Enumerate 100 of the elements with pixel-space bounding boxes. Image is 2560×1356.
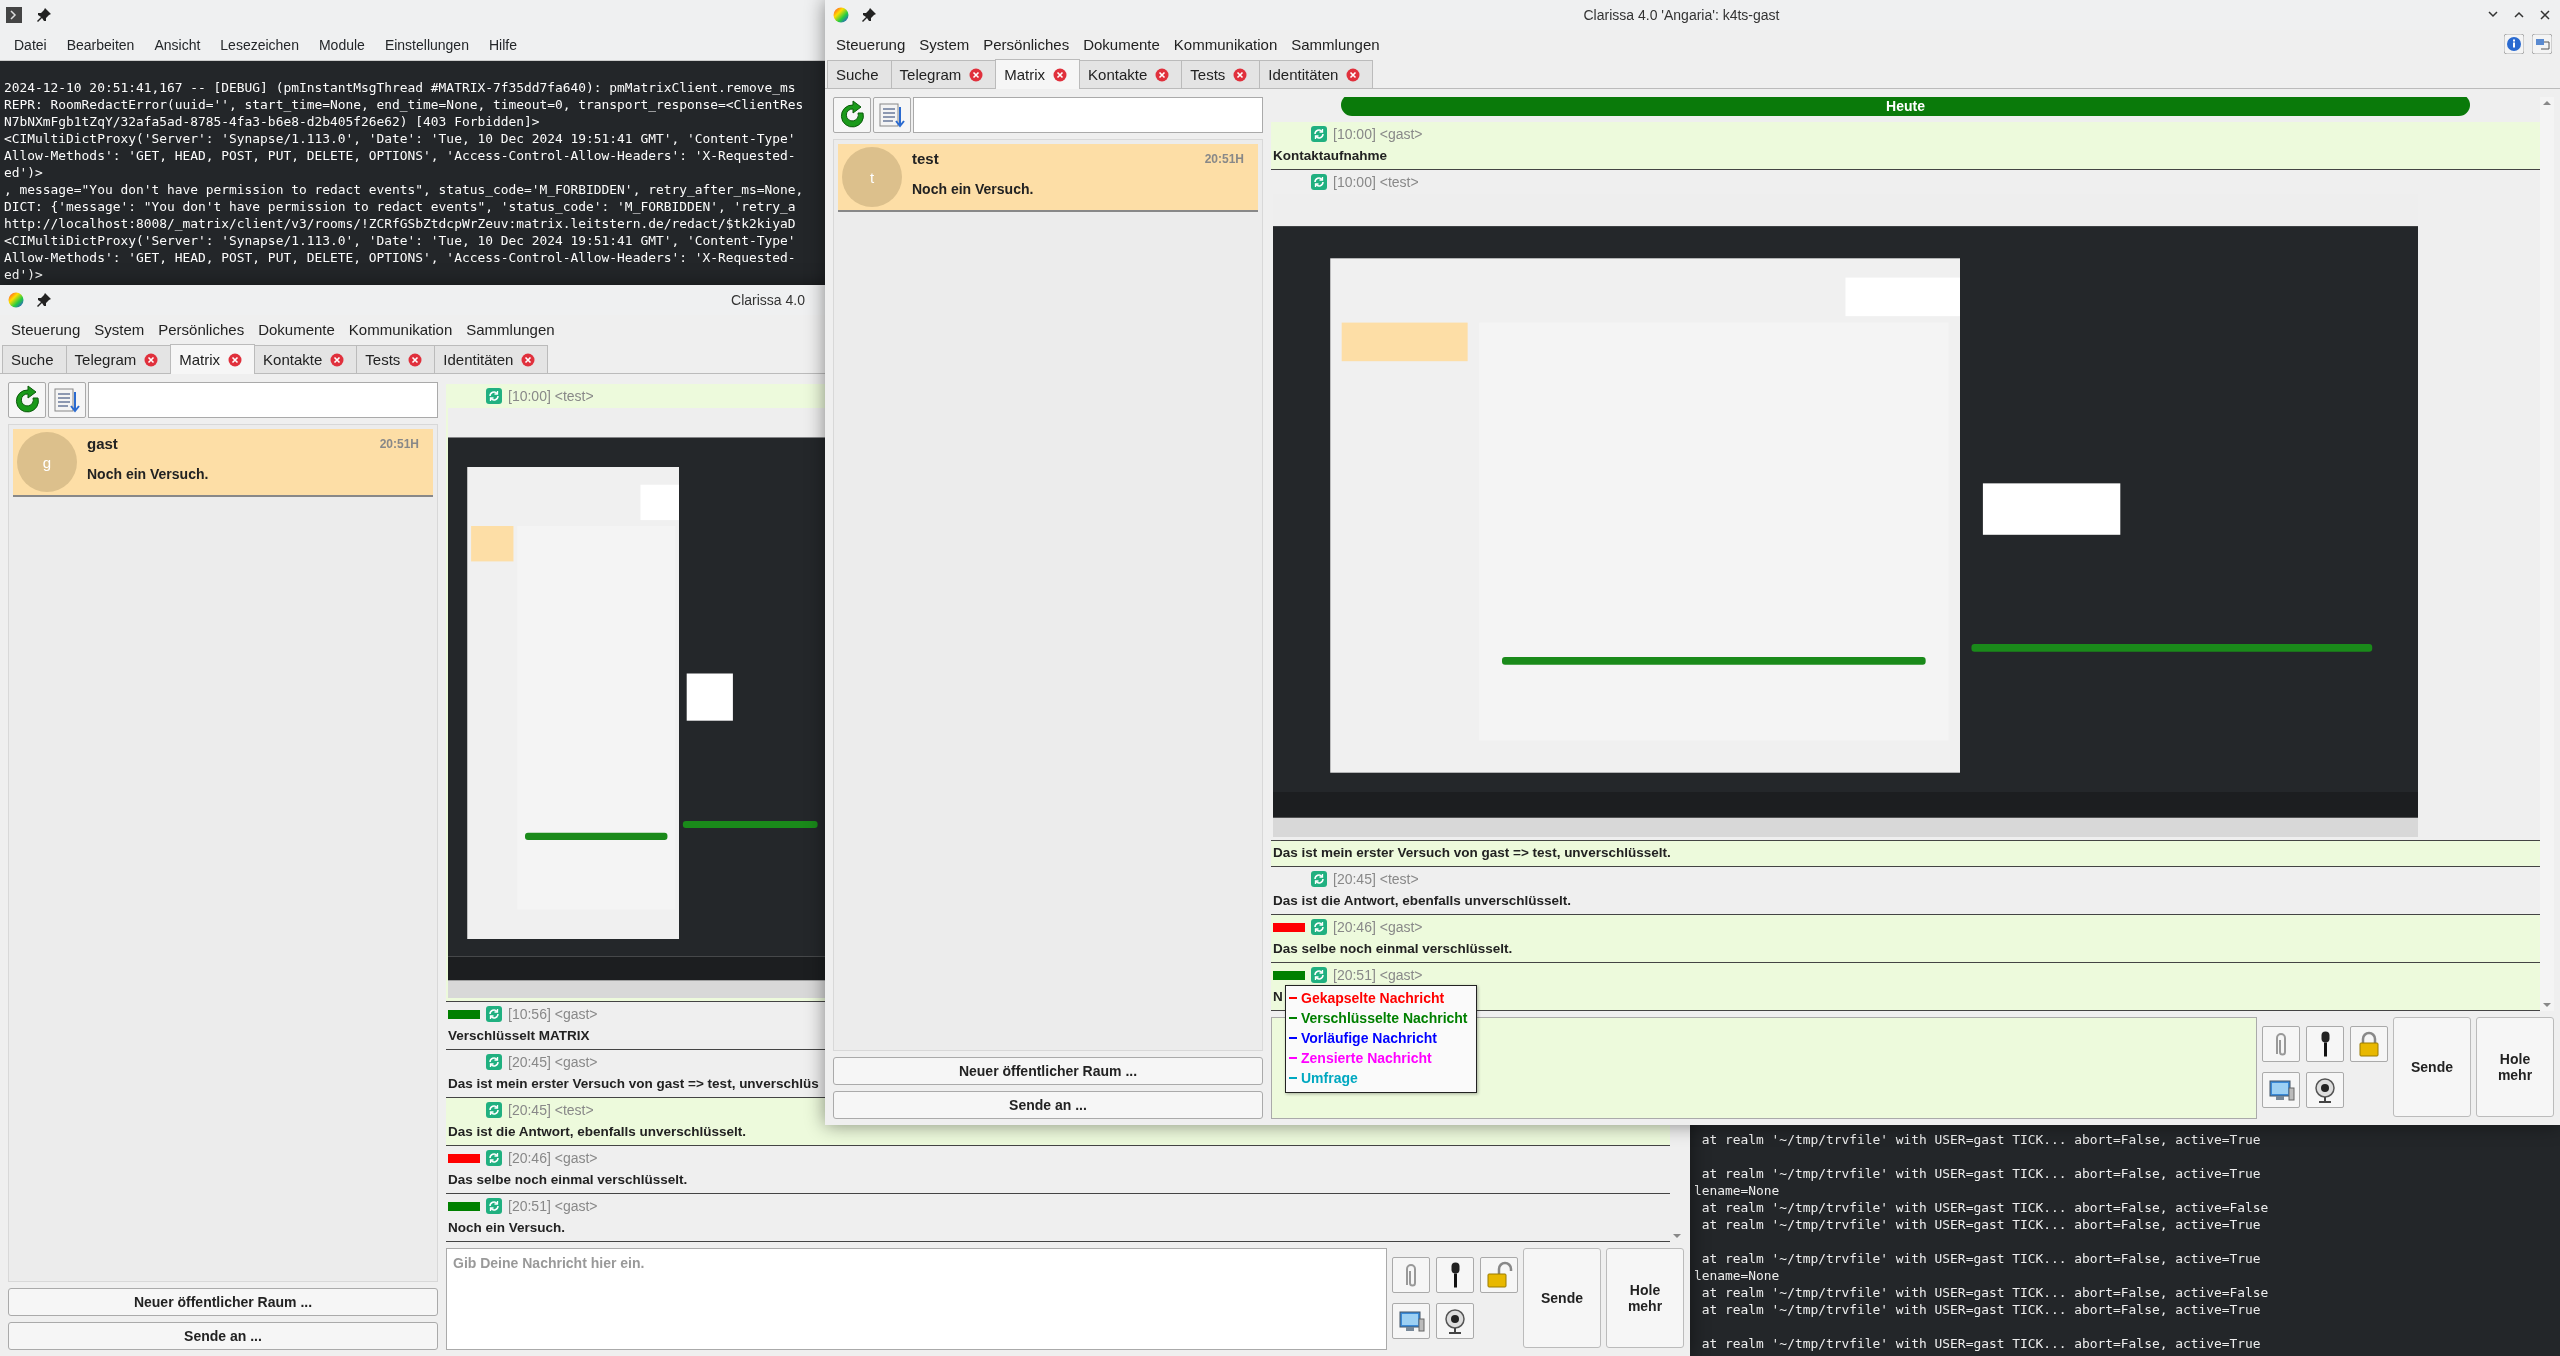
menu-item[interactable]: Module [308, 37, 375, 53]
menu-item[interactable]: Dokumente [251, 320, 342, 338]
sync-icon [486, 1006, 502, 1022]
room-name: gast [87, 435, 118, 452]
tab[interactable]: Matrix [170, 344, 256, 374]
action-button[interactable]: Sende an ... [833, 1091, 1263, 1119]
tab[interactable]: Telegram [890, 60, 997, 88]
menu-item[interactable]: Steuerung [4, 320, 88, 338]
sync-icon [1311, 919, 1327, 935]
load-more-button[interactable]: Hole mehr [1606, 1248, 1684, 1348]
menu-item[interactable]: Dokumente [1076, 35, 1167, 53]
tab[interactable]: Tests [1181, 60, 1261, 88]
menu-item[interactable]: Bearbeiten [56, 37, 145, 53]
pin-icon[interactable] [861, 7, 877, 23]
avatar: t [842, 147, 902, 207]
room-item[interactable]: g gast 20:51H Noch ein Versuch. [13, 429, 433, 497]
network-icon[interactable] [2532, 34, 2552, 54]
message-header: [20:45] <gast> [508, 1054, 598, 1070]
tab[interactable]: Kontakte [254, 345, 358, 373]
room-item[interactable]: t test 20:51H Noch ein Versuch. [838, 144, 1258, 212]
microphone-button[interactable] [2306, 1026, 2344, 1062]
menu-item[interactable]: Sammlungen [459, 320, 562, 338]
sync-icon [486, 388, 502, 404]
window-title: Clarissa 4.0 'Angaria': k4ts-gast [1582, 7, 1781, 23]
message-text: Das ist die Antwort, ebenfalls unverschlüsselt. [448, 1123, 747, 1141]
refresh-button[interactable] [833, 97, 871, 133]
menu-item[interactable]: System [912, 35, 977, 53]
load-more-button[interactable]: Hole mehr [2476, 1017, 2554, 1117]
lock-button[interactable] [2350, 1026, 2388, 1062]
microphone-button[interactable] [1436, 1257, 1474, 1293]
scrollbar[interactable] [2540, 97, 2554, 1011]
tab[interactable]: Matrix [995, 59, 1081, 89]
message-text: Das ist mein erster Versuch von gast => test, unverschlüs [448, 1075, 819, 1093]
message-text: Das ist die Antwort, ebenfalls unverschlüsselt. [1273, 892, 1572, 910]
list-download-icon [877, 101, 907, 129]
menu-item[interactable]: Sammlungen [1284, 35, 1387, 53]
message-header: [20:51] <gast> [508, 1198, 598, 1214]
tab[interactable]: Kontakte [1079, 60, 1183, 88]
log-line: ed')> [3, 266, 43, 283]
menu-item[interactable]: Persönliches [976, 35, 1077, 53]
message-field[interactable]: Gib Deine Nachricht hier ein. [446, 1248, 1387, 1350]
search-field[interactable] [88, 382, 438, 418]
menu-item[interactable]: Ansicht [144, 37, 211, 53]
menu-item[interactable]: Kommunikation [1166, 35, 1285, 53]
message-header: [20:46] <gast> [508, 1150, 598, 1166]
monitor-button[interactable] [1392, 1303, 1430, 1339]
menu-item[interactable]: Hilfe [478, 37, 527, 53]
menu-item[interactable]: Vorläufige Nachricht [1289, 1028, 1468, 1048]
webcam-button[interactable] [1436, 1303, 1474, 1339]
send-button[interactable]: Sende [2393, 1017, 2471, 1117]
sync-icon [486, 1102, 502, 1118]
menu-item[interactable]: Verschlüsselte Nachricht [1289, 1008, 1468, 1028]
menu-item[interactable]: System [87, 320, 152, 338]
log-line: at realm '~/tmp/trvfile' with USER=gast TICK... abort=False, active=True [1700, 1131, 2261, 1148]
menu-item[interactable]: Einstellungen [374, 37, 479, 53]
window-title: Clarissa 4.0 [730, 292, 805, 308]
log-line: , message="You don't have permission to redact events", status_code='M_FORBIDDEN', retry_after_ms=None, [3, 181, 804, 198]
send-button[interactable]: Sende [1523, 1248, 1601, 1348]
message-header: [10:00] <gast> [1333, 126, 1423, 142]
tab[interactable]: Suche [827, 60, 892, 88]
info-icon[interactable] [2504, 34, 2524, 54]
tab[interactable]: Identitäten [434, 345, 549, 373]
menu-item[interactable]: Lesezeichen [210, 37, 309, 53]
room-time: 20:51H [1204, 151, 1245, 166]
message-text: Kontaktaufnahme [1273, 147, 1387, 165]
message-header: [10:56] <gast> [508, 1006, 598, 1022]
pin-icon[interactable] [36, 7, 52, 23]
log-line: lename=None [1693, 1267, 1780, 1284]
paperclip-button[interactable] [1392, 1257, 1430, 1293]
avatar: g [17, 432, 77, 492]
lock-button[interactable] [1480, 1257, 1518, 1293]
tab[interactable]: Tests [356, 345, 436, 373]
menu-item[interactable]: Kommunikation [341, 320, 460, 338]
action-button[interactable]: Neuer öffentlicher Raum ... [8, 1288, 438, 1316]
tab[interactable]: Suche [2, 345, 67, 373]
log-line: <CIMultiDictProxy('Server': 'Synapse/1.113.0', 'Date': 'Tue, 10 Dec 2024 19:51:41 GMT', 'Content-Type' [3, 130, 796, 147]
refresh-button[interactable] [8, 382, 46, 418]
paperclip-button[interactable] [2262, 1026, 2300, 1062]
log-line: lename=None [1693, 1182, 1780, 1199]
close-icon[interactable] [2538, 8, 2552, 22]
tab[interactable]: Identitäten [1259, 60, 1374, 88]
menu-item[interactable]: Gekapselte Nachricht [1289, 988, 1468, 1008]
monitor-button[interactable] [2262, 1072, 2300, 1108]
menu-item[interactable]: Persönliches [151, 320, 252, 338]
search-field[interactable] [913, 97, 1263, 133]
message-header: [20:45] <test> [1333, 871, 1419, 887]
action-button[interactable]: Sende an ... [8, 1322, 438, 1350]
sync-icon [486, 1054, 502, 1070]
webcam-button[interactable] [2306, 1072, 2344, 1108]
menu-item[interactable]: Datei [4, 37, 57, 53]
message-text: Das selbe noch einmal verschlüsselt. [1273, 940, 1513, 958]
action-button[interactable]: Neuer öffentlicher Raum ... [833, 1057, 1263, 1085]
list-download-button[interactable] [48, 382, 86, 418]
tab[interactable]: Telegram [65, 345, 172, 373]
sync-icon [1311, 174, 1327, 190]
list-download-button[interactable] [873, 97, 911, 133]
pin-icon[interactable] [36, 292, 52, 308]
log-line: DICT: {'message': "You don't have permission to redact events", 'status_code': 'M_FORBIDDEN', 'retry_a [3, 198, 796, 215]
menu-item[interactable]: Steuerung [829, 35, 913, 53]
message-header: [10:00] <test> [508, 388, 594, 404]
